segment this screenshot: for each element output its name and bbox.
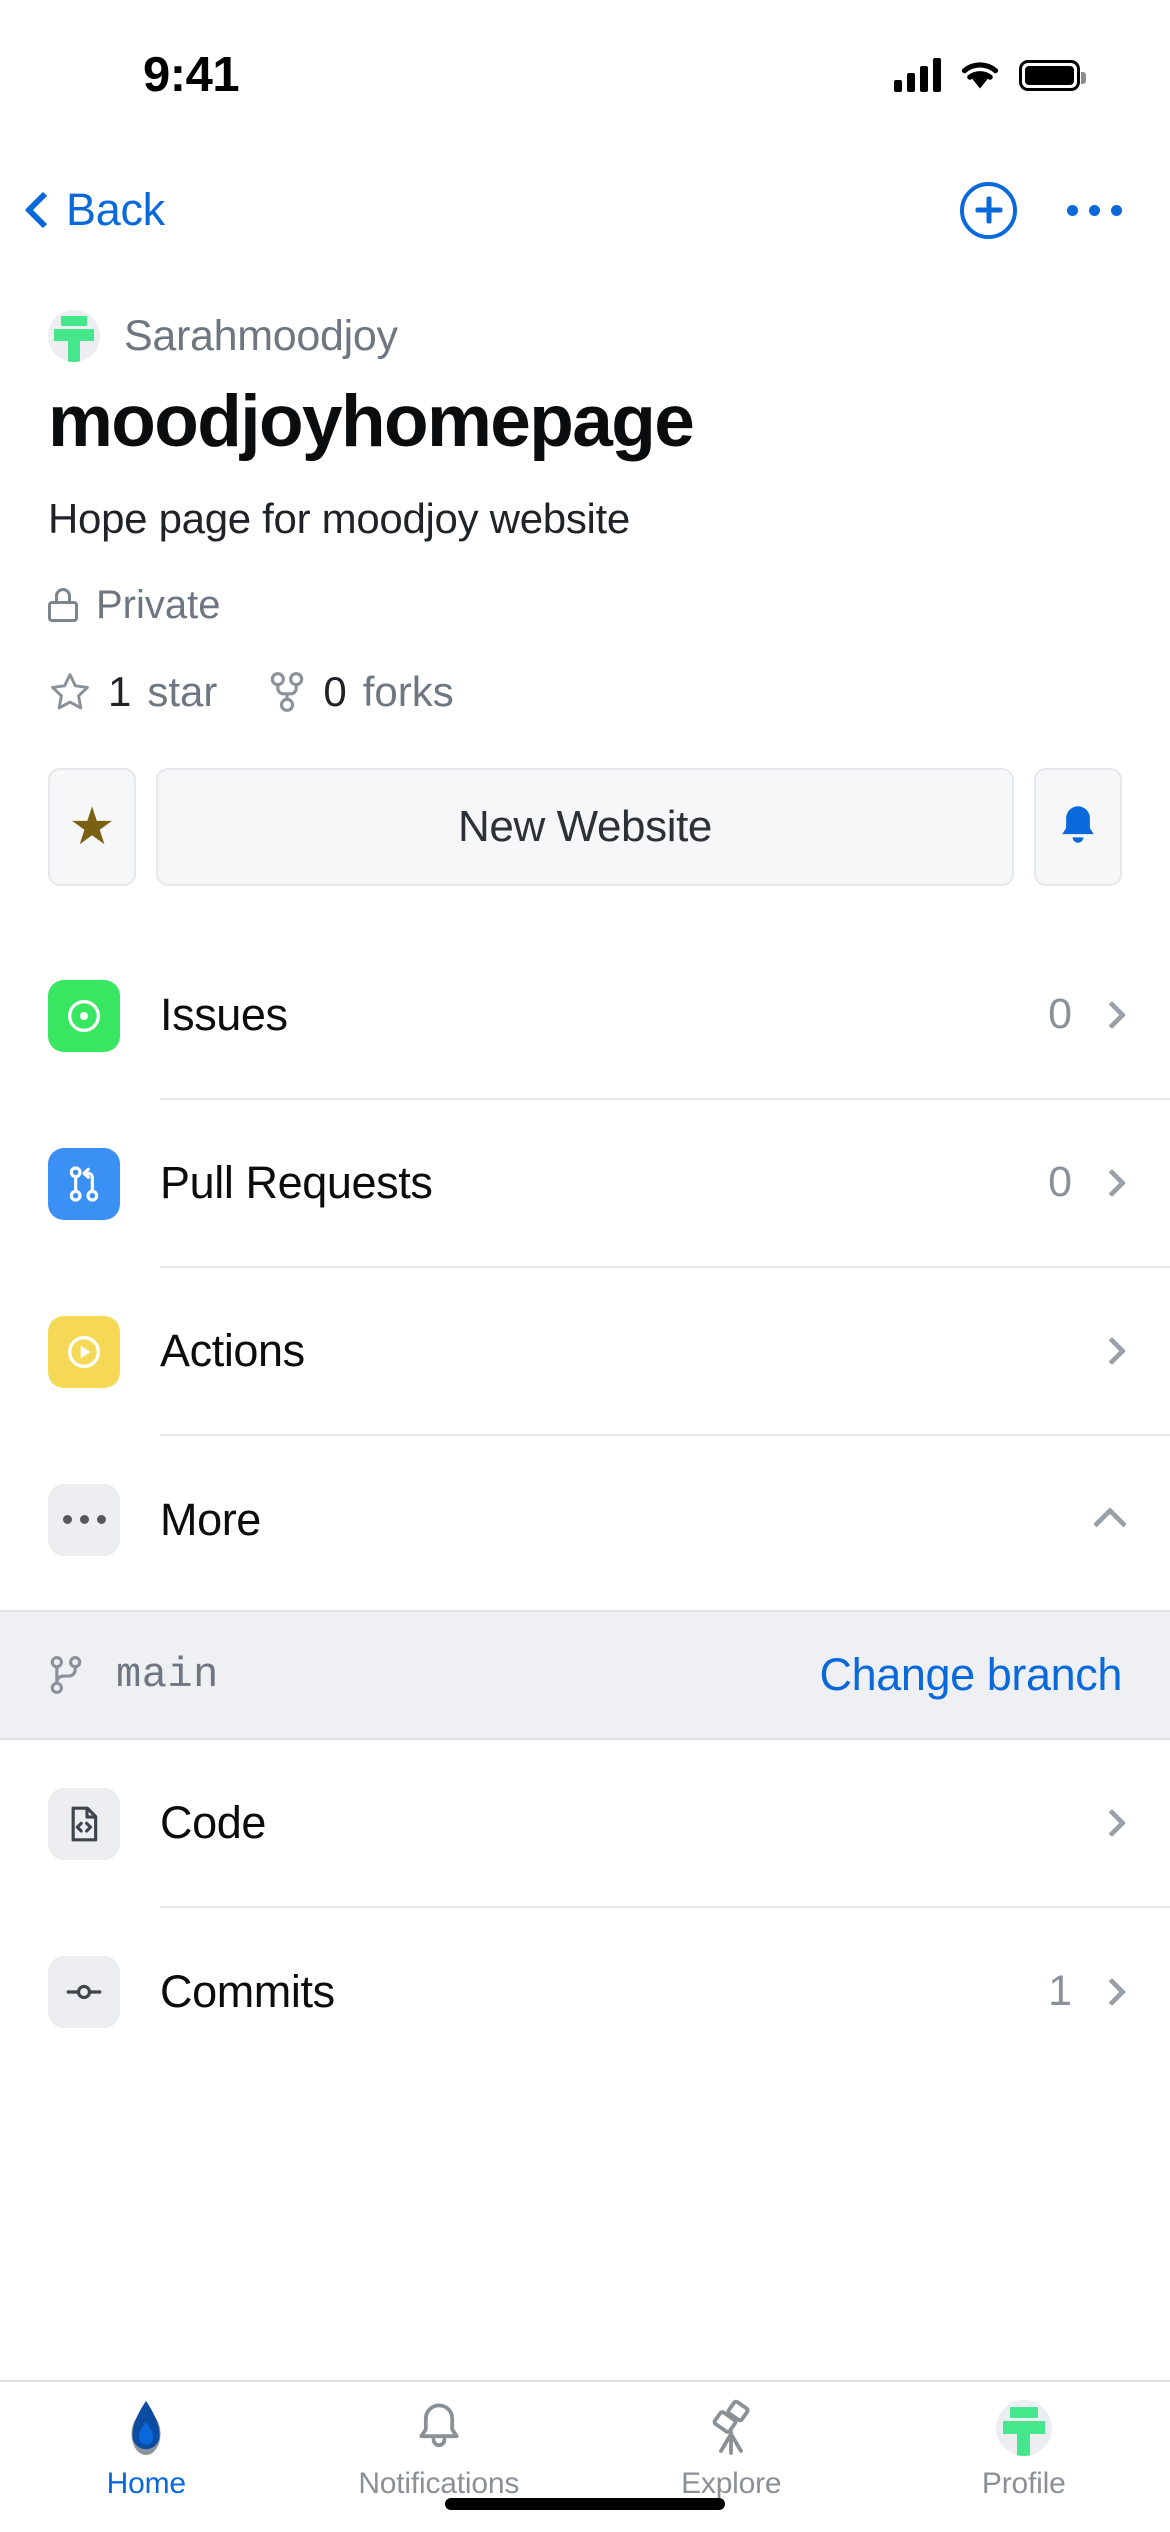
bell-filled-icon <box>1062 805 1094 843</box>
nav-actions <box>960 181 1122 239</box>
tab-profile[interactable]: Profile <box>878 2396 1170 2501</box>
status-bar-time: 9:41 <box>143 48 240 102</box>
git-commit-icon <box>48 1955 120 2028</box>
stars-label: star <box>147 667 218 715</box>
repository-menu: Issues 0 Pull Requests 0 Actions More <box>0 932 1170 1604</box>
chevron-right-icon <box>1097 1336 1127 1365</box>
tab-home-label: Home <box>106 2467 186 2500</box>
bell-outline-icon <box>413 2396 465 2460</box>
issue-opened-icon <box>48 979 120 1052</box>
forks-stat[interactable]: 0 forks <box>267 667 454 716</box>
battery-full-icon <box>1019 59 1086 91</box>
visibility-label: Private <box>96 582 221 627</box>
chevron-left-icon <box>24 191 62 229</box>
menu-item-count: 0 <box>1048 990 1072 1039</box>
branch-name: main <box>116 1650 219 1699</box>
menu-item-label: More <box>160 1493 261 1545</box>
ellipsis-icon[interactable] <box>1067 204 1122 216</box>
tab-explore-label: Explore <box>681 2467 782 2500</box>
wifi-icon <box>961 62 999 89</box>
change-branch-button[interactable]: Change branch <box>819 1649 1122 1701</box>
home-indicator <box>445 2498 725 2510</box>
chevron-right-icon <box>1097 1977 1127 2006</box>
tab-explore[interactable]: Explore <box>585 2396 878 2501</box>
star-outline-icon <box>51 672 89 710</box>
git-branch-icon <box>50 1655 82 1694</box>
repository-header: Sarahmoodjoy moodjoyhomepage Hope page f… <box>0 270 1170 716</box>
navigation-bar: Back <box>0 150 1170 270</box>
stars-count: 1 <box>108 667 132 715</box>
repo-forked-icon <box>271 671 304 712</box>
new-website-button[interactable]: New Website <box>156 767 1014 886</box>
lock-icon <box>48 588 78 623</box>
menu-item-more[interactable]: More <box>0 1436 1170 1604</box>
page-title: moodjoyhomepage <box>48 381 695 462</box>
menu-item-label: Issues <box>160 988 288 1040</box>
cellular-bars-icon <box>894 58 941 92</box>
home-icon <box>117 2396 175 2460</box>
plus-circle-icon[interactable] <box>960 181 1017 239</box>
file-code-icon <box>48 1787 120 1860</box>
branch-bar: main Change branch <box>0 1609 1170 1740</box>
ellipsis-icon <box>48 1483 120 1556</box>
repository-actions: ★ New Website <box>0 716 1170 886</box>
menu-item-count: 0 <box>1048 1158 1072 1207</box>
menu-item-pull-requests[interactable]: Pull Requests 0 <box>0 1100 1170 1268</box>
status-bar: 9:41 <box>0 0 1170 150</box>
watch-button[interactable] <box>1034 767 1122 886</box>
menu-item-label: Pull Requests <box>160 1156 433 1208</box>
telescope-icon <box>702 2396 760 2460</box>
code-menu: Code Commits 1 <box>0 1740 1170 2076</box>
menu-item-label: Actions <box>160 1324 305 1376</box>
chevron-right-icon <box>1097 1808 1127 1837</box>
github-identicon-avatar <box>48 310 100 362</box>
chevron-up-icon <box>1093 1506 1127 1541</box>
current-branch: main <box>48 1651 219 1699</box>
chevron-right-icon <box>1097 1000 1127 1029</box>
menu-item-code[interactable]: Code <box>0 1740 1170 1908</box>
tab-profile-label: Profile <box>981 2467 1066 2500</box>
menu-item-label: Commits <box>160 1965 335 2017</box>
status-bar-indicators <box>894 58 1086 92</box>
menu-item-commits[interactable]: Commits 1 <box>0 1908 1170 2076</box>
menu-item-actions[interactable]: Actions <box>0 1268 1170 1436</box>
back-button[interactable]: Back <box>22 184 165 236</box>
star-button[interactable]: ★ <box>48 767 136 886</box>
forks-count: 0 <box>323 667 347 715</box>
menu-item-issues[interactable]: Issues 0 <box>0 932 1170 1100</box>
tab-home[interactable]: Home <box>0 2396 293 2501</box>
chevron-right-icon <box>1097 1168 1127 1197</box>
repository-owner[interactable]: Sarahmoodjoy <box>48 310 1122 362</box>
menu-item-label: Code <box>160 1796 266 1848</box>
play-circle-icon <box>48 1315 120 1388</box>
forks-label: forks <box>362 667 454 715</box>
repository-stats: 1 star 0 forks <box>48 668 1122 716</box>
tab-notifications[interactable]: Notifications <box>293 2396 586 2501</box>
back-button-label: Back <box>66 184 165 235</box>
tab-notifications-label: Notifications <box>358 2467 520 2500</box>
avatar-icon <box>995 2396 1052 2460</box>
owner-name: Sarahmoodjoy <box>124 311 398 360</box>
app-screen: 9:41 Back Sarahmoodjoy moodjoyhomepage H… <box>0 0 1170 2532</box>
repository-description: Hope page for moodjoy website <box>48 494 630 542</box>
star-filled-icon: ★ <box>68 797 116 856</box>
menu-item-count: 1 <box>1048 1967 1072 2016</box>
visibility-row: Private <box>48 583 1122 628</box>
new-website-button-label: New Website <box>458 801 712 851</box>
git-pull-request-icon <box>48 1147 120 1220</box>
stars-stat[interactable]: 1 star <box>48 668 217 716</box>
